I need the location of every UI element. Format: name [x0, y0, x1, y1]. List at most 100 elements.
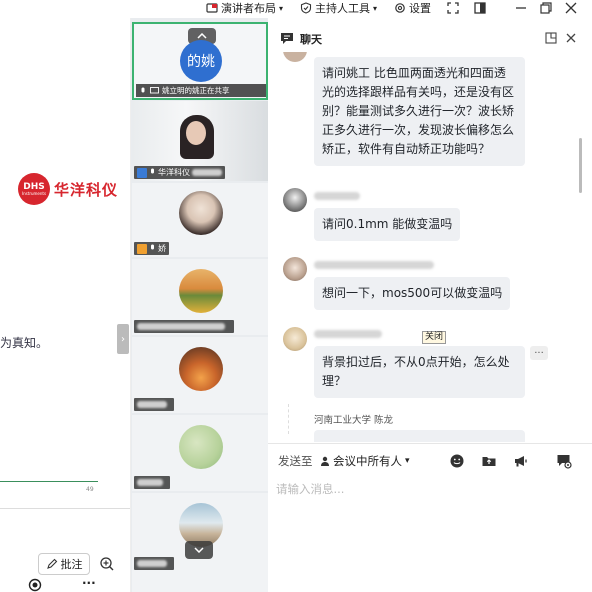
- layout-icon: [206, 3, 218, 13]
- chat-panel: 聊天 请问姚工 比色皿两面透光和四面透光的选择跟样品有关吗，还是没有区别？能量测…: [268, 18, 592, 592]
- recipient-select[interactable]: 会议中所有人 ▾: [320, 453, 410, 469]
- redacted-name: [137, 323, 225, 330]
- participant-tile[interactable]: 华洋科仪: [132, 101, 268, 181]
- host-tools-button[interactable]: 主持人工具 ▾: [300, 0, 377, 16]
- chat-header: 聊天: [268, 28, 592, 50]
- presenter-layout-label: 演讲者布局: [221, 2, 276, 15]
- logo-mark: DHS Instruments: [18, 173, 50, 205]
- participant-name-tag: [134, 398, 174, 411]
- chat-message-input[interactable]: [276, 478, 576, 500]
- sharing-status-text: 姚立明的姚正在共享: [162, 86, 230, 95]
- minimize-icon[interactable]: [514, 1, 528, 15]
- redacted-sender-name: [314, 192, 360, 200]
- chat-message-list: 请问姚工 比色皿两面透光和四面透光的选择跟样品有关吗，还是没有区别？能量测试多久…: [268, 52, 592, 442]
- sender-avatar: [283, 327, 307, 351]
- more-options-icon[interactable]: ···: [82, 576, 96, 590]
- company-logo: DHS Instruments 华洋科仪: [18, 173, 118, 205]
- slide-divider: [0, 481, 98, 482]
- logo-name: 华洋科仪: [54, 180, 119, 199]
- chat-scrollbar[interactable]: [579, 138, 582, 193]
- chat-message: 请问0.1mm 能做变温吗: [314, 208, 461, 241]
- chevron-down-icon: ▾: [373, 3, 378, 13]
- record-icon[interactable]: [28, 578, 42, 592]
- participant-name-tag: [134, 557, 174, 570]
- chat-title: 聊天: [300, 33, 322, 46]
- avatar-text: 的姚: [187, 54, 215, 70]
- zoom-in-icon: [100, 557, 114, 571]
- chevron-down-icon: ▾: [405, 456, 410, 466]
- emoji-icon[interactable]: [449, 453, 465, 469]
- participant-tile[interactable]: [132, 259, 268, 335]
- collapse-panel-handle[interactable]: ›: [117, 324, 129, 354]
- person-face: [186, 121, 206, 145]
- sender-avatar: [283, 257, 307, 281]
- message-text: 想问一下，mos500可以做变温吗: [322, 286, 503, 300]
- close-tooltip: 关闭: [422, 331, 447, 344]
- participant-name-tag: 娇: [134, 242, 169, 255]
- participant-tile-presenter[interactable]: 的姚 姚立明的姚正在共享: [132, 22, 268, 100]
- mic-icon: [141, 87, 145, 92]
- pen-icon: [46, 558, 57, 569]
- participant-name-tag: [134, 476, 170, 489]
- redacted-name: [137, 479, 163, 486]
- sharing-status: 姚立明的姚正在共享: [136, 84, 266, 97]
- chat-input-divider: [268, 443, 592, 444]
- slide-bottom-divider: [0, 508, 130, 509]
- message-text: 背景扣过后，不从0点开始，怎么处理？: [322, 355, 510, 388]
- folder-icon[interactable]: [481, 453, 497, 469]
- avatar: 的姚: [180, 40, 222, 82]
- participant-list: 的姚 姚立明的姚正在共享 华洋科仪 娇: [131, 18, 268, 592]
- host-icon: [137, 243, 147, 254]
- mic-icon: [151, 244, 154, 250]
- shield-icon: [300, 2, 312, 14]
- annotate-button[interactable]: 批注: [38, 553, 90, 575]
- logo-sub: Instruments: [21, 190, 47, 196]
- participant-tile[interactable]: 娇: [132, 183, 268, 257]
- settings-button[interactable]: 设置: [394, 0, 431, 16]
- sender-avatar: [283, 188, 307, 212]
- chevron-up-icon: [197, 33, 207, 39]
- avatar: [179, 347, 223, 391]
- restore-icon[interactable]: [539, 1, 553, 15]
- pop-out-icon[interactable]: [545, 32, 557, 44]
- chevron-down-icon: [194, 547, 204, 553]
- chat-message: 想问一下，mos500可以做变温吗: [314, 277, 511, 310]
- redacted-name: [137, 401, 167, 408]
- avatar: [179, 269, 223, 313]
- redacted-name: [137, 560, 167, 567]
- host-tools-label: 主持人工具: [315, 2, 370, 15]
- send-to-label: 发送至: [278, 454, 313, 468]
- mic-icon: [151, 168, 154, 174]
- participant-name-tag: 华洋科仪: [134, 166, 225, 179]
- chat-message: 背景扣过后，不从0点开始，怎么处理？: [314, 346, 525, 398]
- avatar: [179, 425, 223, 469]
- presenter-layout-button[interactable]: 演讲者布局 ▾: [206, 0, 283, 16]
- scroll-down-button[interactable]: [185, 541, 213, 559]
- person-icon: [321, 456, 329, 466]
- message-text: 请问0.1mm 能做变温吗: [322, 217, 453, 231]
- redacted-sender-name: [314, 261, 434, 269]
- recipient-name: 会议中所有人: [333, 454, 402, 468]
- screen-share-icon: [150, 86, 159, 93]
- participant-tile[interactable]: [132, 415, 268, 491]
- close-icon[interactable]: [564, 1, 578, 15]
- gear-icon: [395, 3, 405, 13]
- zoom-in-button[interactable]: [96, 553, 118, 575]
- chat-icon: [281, 33, 293, 44]
- annotate-label: 批注: [60, 558, 83, 571]
- participant-tile[interactable]: [132, 337, 268, 413]
- fullscreen-icon[interactable]: [446, 1, 460, 15]
- chat-settings-icon[interactable]: [556, 453, 572, 469]
- chat-message: [314, 430, 525, 442]
- sender-name: 河南工业大学 陈龙: [314, 415, 394, 426]
- announcement-icon[interactable]: [513, 453, 529, 469]
- sidebar-toggle-icon[interactable]: [473, 1, 487, 15]
- slide-page-number: 49: [86, 486, 94, 493]
- message-more-button[interactable]: ···: [530, 346, 548, 360]
- avatar: [179, 191, 223, 235]
- participant-name-tag: [134, 320, 234, 333]
- close-icon[interactable]: [565, 32, 577, 44]
- redacted-sender-name: [314, 330, 382, 338]
- message-text: 请问姚工 比色皿两面透光和四面透光的选择跟样品有关吗，还是没有区别？能量测试多久…: [322, 66, 515, 156]
- avatar-placeholder: [288, 404, 289, 434]
